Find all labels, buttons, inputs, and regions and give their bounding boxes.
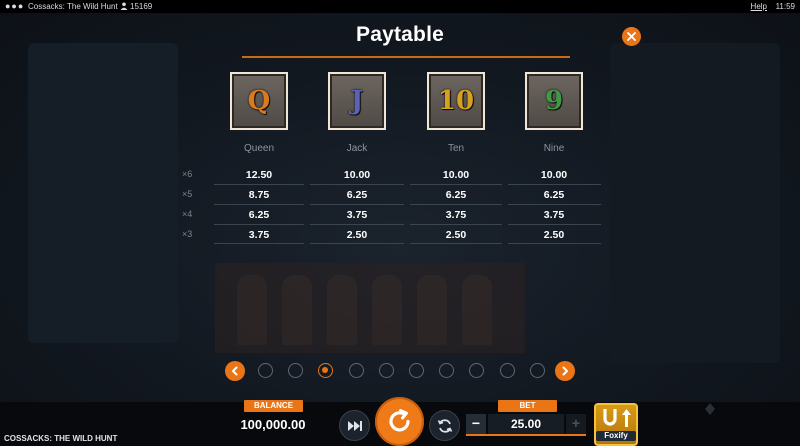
payout-cell: 12.50 bbox=[245, 169, 273, 181]
payout-cell: 6.25 bbox=[543, 189, 565, 201]
game-background bbox=[0, 13, 800, 403]
menu-dots-icon[interactable]: ●●● bbox=[5, 0, 24, 13]
autoplay-button[interactable] bbox=[339, 410, 370, 441]
paytable-title: Paytable bbox=[356, 23, 444, 46]
multiplier-label: ×6 bbox=[182, 169, 193, 179]
symbol-tile-queen: Q bbox=[230, 72, 288, 130]
bet-value: 25.00 bbox=[488, 414, 564, 434]
foxify-label: Foxify bbox=[596, 431, 636, 441]
clock: 11:59 bbox=[775, 2, 795, 11]
payout-cell: 3.75 bbox=[543, 209, 565, 221]
row-divider bbox=[214, 204, 304, 205]
arrow-up-icon bbox=[622, 409, 631, 427]
row-divider bbox=[310, 243, 404, 244]
row-divider bbox=[214, 243, 304, 244]
game-title: Cossacks: The Wild Hunt bbox=[28, 2, 118, 11]
payout-cell: 10.00 bbox=[343, 169, 371, 181]
chevron-left-icon bbox=[232, 366, 238, 376]
payout-cell: 6.25 bbox=[445, 189, 467, 201]
spin-icon bbox=[389, 409, 410, 432]
page-dot-7[interactable] bbox=[439, 363, 455, 378]
bg-feature-panel bbox=[28, 43, 178, 343]
row-divider bbox=[410, 204, 502, 205]
payout-cell: 10.00 bbox=[442, 169, 470, 181]
symbol-glyph: 9 bbox=[544, 86, 564, 116]
payout-cell: 3.75 bbox=[445, 209, 467, 221]
bet-stepper: − 25.00 + bbox=[466, 414, 586, 436]
page-dot-9[interactable] bbox=[499, 363, 515, 378]
refresh-icon bbox=[437, 419, 453, 433]
payout-cell: 3.75 bbox=[248, 229, 270, 241]
row-divider bbox=[410, 184, 502, 185]
spin-button[interactable] bbox=[375, 397, 424, 446]
page-dot-4[interactable] bbox=[348, 363, 364, 378]
player-count: 15169 bbox=[120, 0, 152, 13]
symbol-tile-ten: 10 bbox=[427, 72, 485, 130]
user-icon bbox=[120, 2, 128, 10]
row-divider bbox=[214, 224, 304, 225]
payout-cell: 8.75 bbox=[248, 189, 270, 201]
close-button[interactable] bbox=[622, 27, 641, 46]
bg-reels bbox=[215, 263, 525, 353]
fast-forward-icon bbox=[348, 421, 362, 431]
payout-cell: 2.50 bbox=[346, 229, 368, 241]
page-dot-8[interactable] bbox=[469, 363, 485, 378]
payout-cell: 3.75 bbox=[346, 209, 368, 221]
symbol-name: Ten bbox=[447, 143, 465, 154]
page-dot-5[interactable] bbox=[378, 363, 394, 378]
bet-decrease-button[interactable]: − bbox=[466, 414, 486, 434]
symbol-tile-jack: J bbox=[328, 72, 386, 130]
foxify-button[interactable]: Foxify bbox=[594, 403, 638, 446]
game-name-label: COSSACKS: THE WILD HUNT bbox=[4, 434, 118, 443]
bet-label: BET bbox=[498, 400, 557, 412]
row-divider bbox=[508, 184, 601, 185]
payout-cell: 2.50 bbox=[543, 229, 565, 241]
payout-cell: 6.25 bbox=[346, 189, 368, 201]
next-page-button[interactable] bbox=[555, 361, 575, 381]
quick-spin-button[interactable] bbox=[429, 410, 460, 441]
payout-cell: 6.25 bbox=[248, 209, 270, 221]
prev-page-button[interactable] bbox=[225, 361, 245, 381]
symbol-name: Jack bbox=[346, 143, 368, 154]
page-dot-1[interactable] bbox=[258, 363, 273, 378]
player-count-value: 15169 bbox=[130, 2, 153, 11]
symbol-name: Nine bbox=[543, 143, 565, 154]
row-divider bbox=[410, 224, 502, 225]
page-dot-6[interactable] bbox=[409, 363, 424, 378]
row-divider bbox=[508, 243, 601, 244]
symbol-tile-nine: 9 bbox=[525, 72, 583, 130]
symbol-name: Queen bbox=[243, 143, 275, 154]
page-dot-10[interactable] bbox=[529, 363, 545, 378]
payout-cell: 2.50 bbox=[445, 229, 467, 241]
title-divider bbox=[242, 56, 570, 58]
page-dot-3[interactable] bbox=[318, 363, 334, 378]
help-link[interactable]: Help bbox=[751, 0, 767, 13]
symbol-glyph: Q bbox=[247, 86, 271, 116]
top-status-bar: ●●● Cossacks: The Wild Hunt 15169 Help 1… bbox=[0, 0, 800, 13]
horseshoe-icon bbox=[603, 409, 617, 426]
bet-increase-button[interactable]: + bbox=[566, 414, 586, 434]
row-divider bbox=[310, 184, 404, 185]
balance-value: 100,000.00 bbox=[240, 417, 306, 432]
payout-cell: 10.00 bbox=[540, 169, 568, 181]
chevron-right-icon bbox=[562, 366, 568, 376]
multiplier-label: ×3 bbox=[182, 229, 193, 239]
row-divider bbox=[410, 243, 502, 244]
dim-background-icon bbox=[705, 403, 715, 415]
row-divider bbox=[508, 224, 601, 225]
paytable-pagination bbox=[0, 361, 800, 381]
symbol-glyph: J bbox=[350, 86, 364, 116]
row-divider bbox=[214, 184, 304, 185]
balance-label: BALANCE bbox=[244, 400, 303, 412]
row-divider bbox=[310, 204, 404, 205]
row-divider bbox=[310, 224, 404, 225]
page-dot-2[interactable] bbox=[288, 363, 304, 378]
symbol-glyph: 10 bbox=[437, 86, 475, 116]
multiplier-label: ×5 bbox=[182, 189, 193, 199]
multiplier-label: ×4 bbox=[182, 209, 193, 219]
close-icon bbox=[627, 32, 636, 41]
row-divider bbox=[508, 204, 601, 205]
bg-side-panel bbox=[610, 43, 780, 363]
